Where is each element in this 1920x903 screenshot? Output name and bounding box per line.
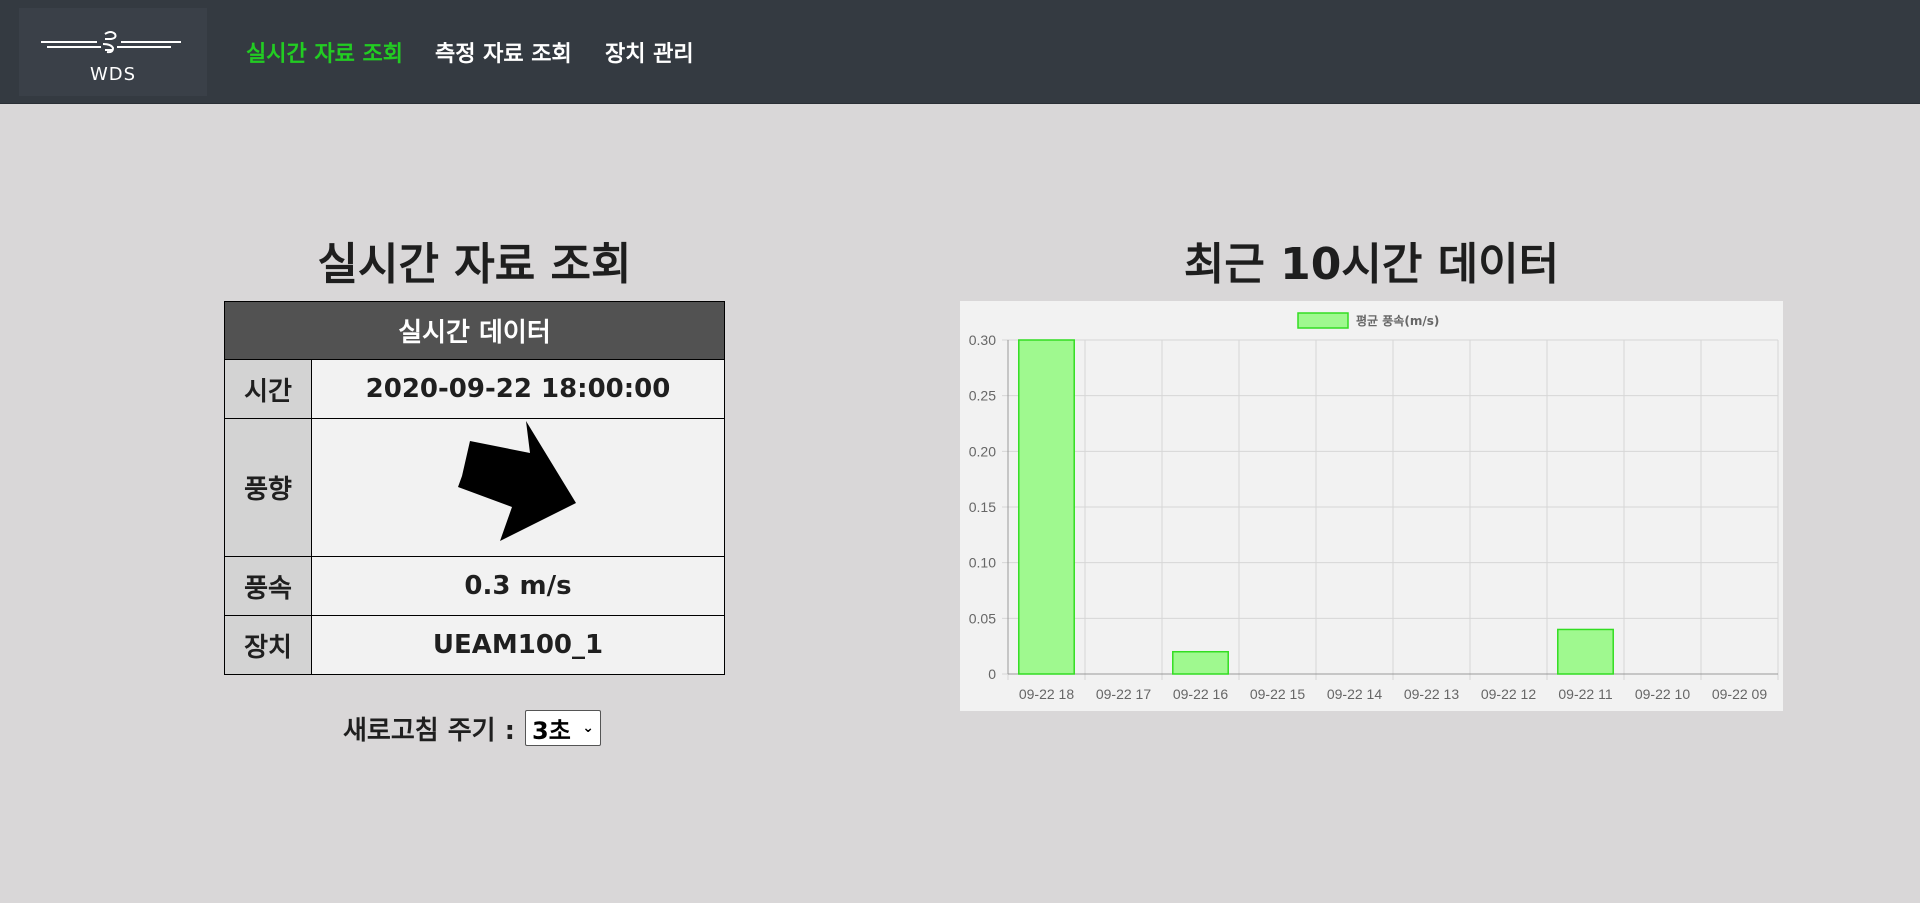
top-navbar: WDS 실시간 자료 조회 측정 자료 조회 장치 관리 [0,0,1920,104]
nav-measurement[interactable]: 측정 자료 조회 [435,36,572,68]
bar-chart: 0 0.05 0.10 0.15 0.20 0.25 0.30 09-22 18 09-22 1… [969,312,1779,702]
direction-label: 풍향 [224,418,312,557]
x-tick-label: 09-22 12 [1481,686,1536,702]
device-label: 장치 [224,615,312,675]
y-tick-label: 0 [988,666,996,682]
refresh-interval-select[interactable]: 3초 ⌄ [525,710,602,746]
legend-label: 평균 풍속(m/s) [1356,314,1439,328]
time-label: 시간 [224,359,312,419]
x-tick-label: 09-22 16 [1173,686,1228,702]
nav-realtime[interactable]: 실시간 자료 조회 [246,36,403,68]
y-tick-label: 0.15 [969,499,996,515]
bar [1557,628,1614,675]
direction-value [311,418,725,557]
y-tick-label: 0.10 [969,555,996,571]
x-tick-label: 09-22 09 [1712,686,1767,702]
x-tick-label: 09-22 17 [1096,686,1151,702]
device-row: 장치 UEAM100_1 [224,615,725,675]
realtime-table-header: 실시간 데이터 [224,301,725,360]
wds-logo[interactable]: WDS [19,8,207,96]
x-tick-label: 09-22 11 [1558,686,1612,702]
speed-row: 풍속 0.3 m/s [224,556,725,616]
refresh-label: 새로고침 주기 : [343,715,516,746]
device-value: UEAM100_1 [311,615,725,675]
wind-direction-arrow-icon [458,421,576,541]
y-tick-label: 0.20 [969,443,996,459]
x-tick-label: 09-22 15 [1250,686,1305,702]
time-row: 시간 2020-09-22 18:00:00 [224,359,725,419]
x-tick-label: 09-22 13 [1404,686,1459,702]
direction-row: 풍향 [224,418,725,557]
recent-wind-chart: 0 0.05 0.10 0.15 0.20 0.25 0.30 09-22 18 09-22 1… [960,301,1783,711]
time-value: 2020-09-22 18:00:00 [311,359,725,419]
nav-device-management[interactable]: 장치 관리 [605,36,694,68]
x-tick-label: 09-22 18 [1019,686,1074,702]
refresh-selected-value: 3초 [532,716,571,745]
y-tick-label: 0.25 [969,388,996,404]
y-tick-label: 0.30 [969,332,996,348]
realtime-table: 실시간 데이터 시간 2020-09-22 18:00:00 풍향 풍속 0.3… [224,301,725,675]
refresh-interval: 새로고침 주기 : 3초 ⌄ [343,710,602,746]
speed-value: 0.3 m/s [311,556,725,616]
recent-title: 최근 10시간 데이터 [1183,239,1560,290]
logo-text: WDS [89,64,137,85]
x-tick-label: 09-22 14 [1327,686,1382,702]
bar [1172,650,1229,675]
y-tick-label: 0.05 [969,610,996,626]
chevron-down-icon: ⌄ [582,720,595,736]
wind-logo-icon [41,31,181,54]
realtime-title: 실시간 자료 조회 [317,239,632,290]
x-tick-label: 09-22 10 [1635,686,1690,702]
bar [1018,339,1075,675]
speed-label: 풍속 [224,556,312,616]
legend-swatch [1297,312,1349,329]
